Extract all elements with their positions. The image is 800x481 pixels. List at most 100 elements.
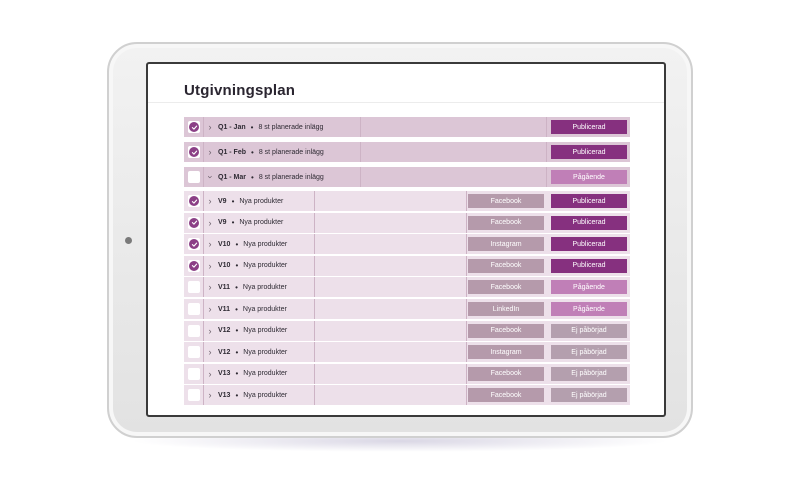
quarter-row[interactable]: › Q1 - Feb • 8 st planerade inlägg Publicera… — [184, 142, 630, 162]
channel-badge[interactable]: Facebook — [468, 215, 544, 230]
row-description: 8 st planerade inlägg — [258, 173, 324, 181]
row-title: Q1 - Jan — [218, 123, 246, 131]
quarter-row[interactable]: › Q1 - Jan • 8 st planerade inlägg Publicera… — [184, 117, 630, 137]
chevron-right-icon[interactable]: › — [204, 390, 216, 400]
week-row[interactable]: › V11 • Nya produkter LinkedIn Pågående — [184, 299, 630, 319]
status-badge[interactable]: Publicerad — [551, 237, 627, 252]
row-checkbox[interactable] — [188, 281, 200, 294]
row-description: Nya produkter — [243, 262, 288, 270]
row-title: Q1 - Feb — [218, 148, 247, 156]
channel-badge[interactable]: Facebook — [468, 194, 544, 208]
column-divider — [314, 277, 315, 298]
status-badge[interactable]: Ej påbörjad — [551, 345, 627, 360]
column-divider — [314, 299, 315, 319]
checkmark-icon — [189, 122, 199, 132]
row-checkbox[interactable] — [188, 171, 200, 183]
week-row[interactable]: › V12 • Nya produkter Instagram Ej påbörjad — [184, 342, 630, 363]
bullet-separator: • — [235, 390, 239, 400]
week-row[interactable]: › V12 • Nya produkter Facebook Ej påbörjad — [184, 320, 630, 341]
row-checkbox[interactable] — [188, 216, 200, 229]
column-divider — [314, 342, 315, 363]
week-row[interactable]: › V10 • Nya produkter Instagram Publicerad — [184, 234, 630, 255]
row-checkbox[interactable] — [188, 389, 200, 402]
status-badge[interactable]: Publicerad — [551, 145, 627, 159]
checkmark-icon — [189, 147, 199, 157]
row-checkbox[interactable] — [188, 367, 200, 380]
row-description: Nya produkter — [243, 348, 288, 356]
channel-badge[interactable]: Facebook — [468, 366, 544, 381]
channel-badge[interactable]: Instagram — [468, 237, 544, 252]
camera-dot — [125, 237, 132, 244]
column-divider — [314, 385, 315, 406]
channel-badge[interactable]: LinkedIn — [468, 302, 544, 316]
row-checkbox[interactable] — [188, 346, 200, 359]
row-checkbox[interactable] — [188, 195, 200, 207]
column-divider — [360, 117, 361, 137]
title-divider — [148, 102, 664, 103]
bullet-separator: • — [251, 147, 254, 157]
column-divider — [466, 255, 467, 276]
checkmark-icon — [189, 239, 199, 250]
week-row[interactable]: › V10 • Nya produkter Facebook Publicerad — [184, 255, 630, 276]
page-title: Utgivningsplan — [184, 82, 296, 99]
row-checkbox[interactable] — [188, 259, 200, 272]
column-divider — [466, 320, 467, 341]
row-title: V10 — [218, 240, 231, 248]
checkmark-icon — [189, 260, 199, 271]
status-badge[interactable]: Publicerad — [551, 120, 627, 134]
quarter-row[interactable]: › Q1 - Mar • 8 st planerade inlägg Pågående — [184, 167, 630, 187]
chevron-right-icon[interactable]: › — [204, 347, 216, 357]
row-checkbox[interactable] — [188, 238, 200, 251]
week-row[interactable]: › V9 • Nya produkter Facebook Publicerad — [184, 212, 630, 233]
status-badge[interactable]: Ej påbörjad — [551, 366, 627, 381]
checkmark-icon — [189, 196, 199, 206]
chevron-right-icon[interactable]: › — [204, 304, 216, 314]
row-description: Nya produkter — [243, 370, 288, 378]
chevron-right-icon[interactable]: › — [204, 326, 216, 336]
chevron-right-icon[interactable]: › — [204, 122, 216, 132]
chevron-down-icon[interactable]: › — [204, 172, 216, 182]
channel-badge[interactable]: Facebook — [468, 388, 544, 403]
chevron-right-icon[interactable]: › — [204, 282, 216, 292]
week-row[interactable]: › V13 • Nya produkter Facebook Ej påbörjad — [184, 363, 630, 384]
chevron-right-icon[interactable]: › — [204, 239, 216, 249]
column-divider — [360, 167, 361, 187]
bullet-separator: • — [235, 282, 238, 292]
row-description: Nya produkter — [243, 391, 288, 399]
column-divider — [466, 212, 467, 233]
week-row[interactable]: › V13 • Nya produkter Facebook Ej påbörjad — [184, 385, 630, 406]
chevron-right-icon[interactable]: › — [204, 147, 216, 157]
status-badge[interactable]: Ej påbörjad — [551, 323, 627, 338]
week-row[interactable]: › V11 • Nya produkter Facebook Pågående — [184, 277, 630, 298]
row-description: 8 st planerade inlägg — [258, 148, 324, 156]
status-badge[interactable]: Pågående — [551, 280, 627, 295]
status-badge[interactable]: Pågående — [551, 170, 627, 184]
column-divider — [466, 277, 467, 298]
row-checkbox[interactable] — [188, 324, 200, 337]
channel-badge[interactable]: Facebook — [468, 280, 544, 295]
chevron-right-icon[interactable]: › — [204, 196, 216, 206]
row-title: V11 — [218, 305, 231, 313]
column-divider — [314, 191, 315, 211]
channel-badge[interactable]: Facebook — [468, 258, 544, 273]
status-badge[interactable]: Pågående — [551, 302, 627, 316]
chevron-right-icon[interactable]: › — [204, 261, 216, 271]
chevron-right-icon[interactable]: › — [204, 218, 216, 228]
row-checkbox[interactable] — [188, 121, 200, 133]
row-description: 8 st planerade inlägg — [258, 123, 324, 131]
status-badge[interactable]: Publicerad — [551, 194, 627, 208]
column-divider — [466, 191, 467, 211]
row-checkbox[interactable] — [188, 303, 200, 315]
column-divider — [546, 167, 547, 187]
week-row[interactable]: › V9 • Nya produkter Facebook Publicerad — [184, 191, 630, 211]
status-badge[interactable]: Publicerad — [551, 258, 627, 273]
channel-badge[interactable]: Facebook — [468, 323, 544, 338]
row-checkbox[interactable] — [188, 146, 200, 158]
status-badge[interactable]: Publicerad — [551, 215, 627, 230]
channel-badge[interactable]: Instagram — [468, 345, 544, 360]
status-badge[interactable]: Ej påbörjad — [551, 388, 627, 403]
bullet-separator: • — [250, 122, 254, 132]
column-divider — [466, 234, 467, 255]
checkmark-icon — [189, 217, 199, 228]
chevron-right-icon[interactable]: › — [204, 369, 216, 379]
